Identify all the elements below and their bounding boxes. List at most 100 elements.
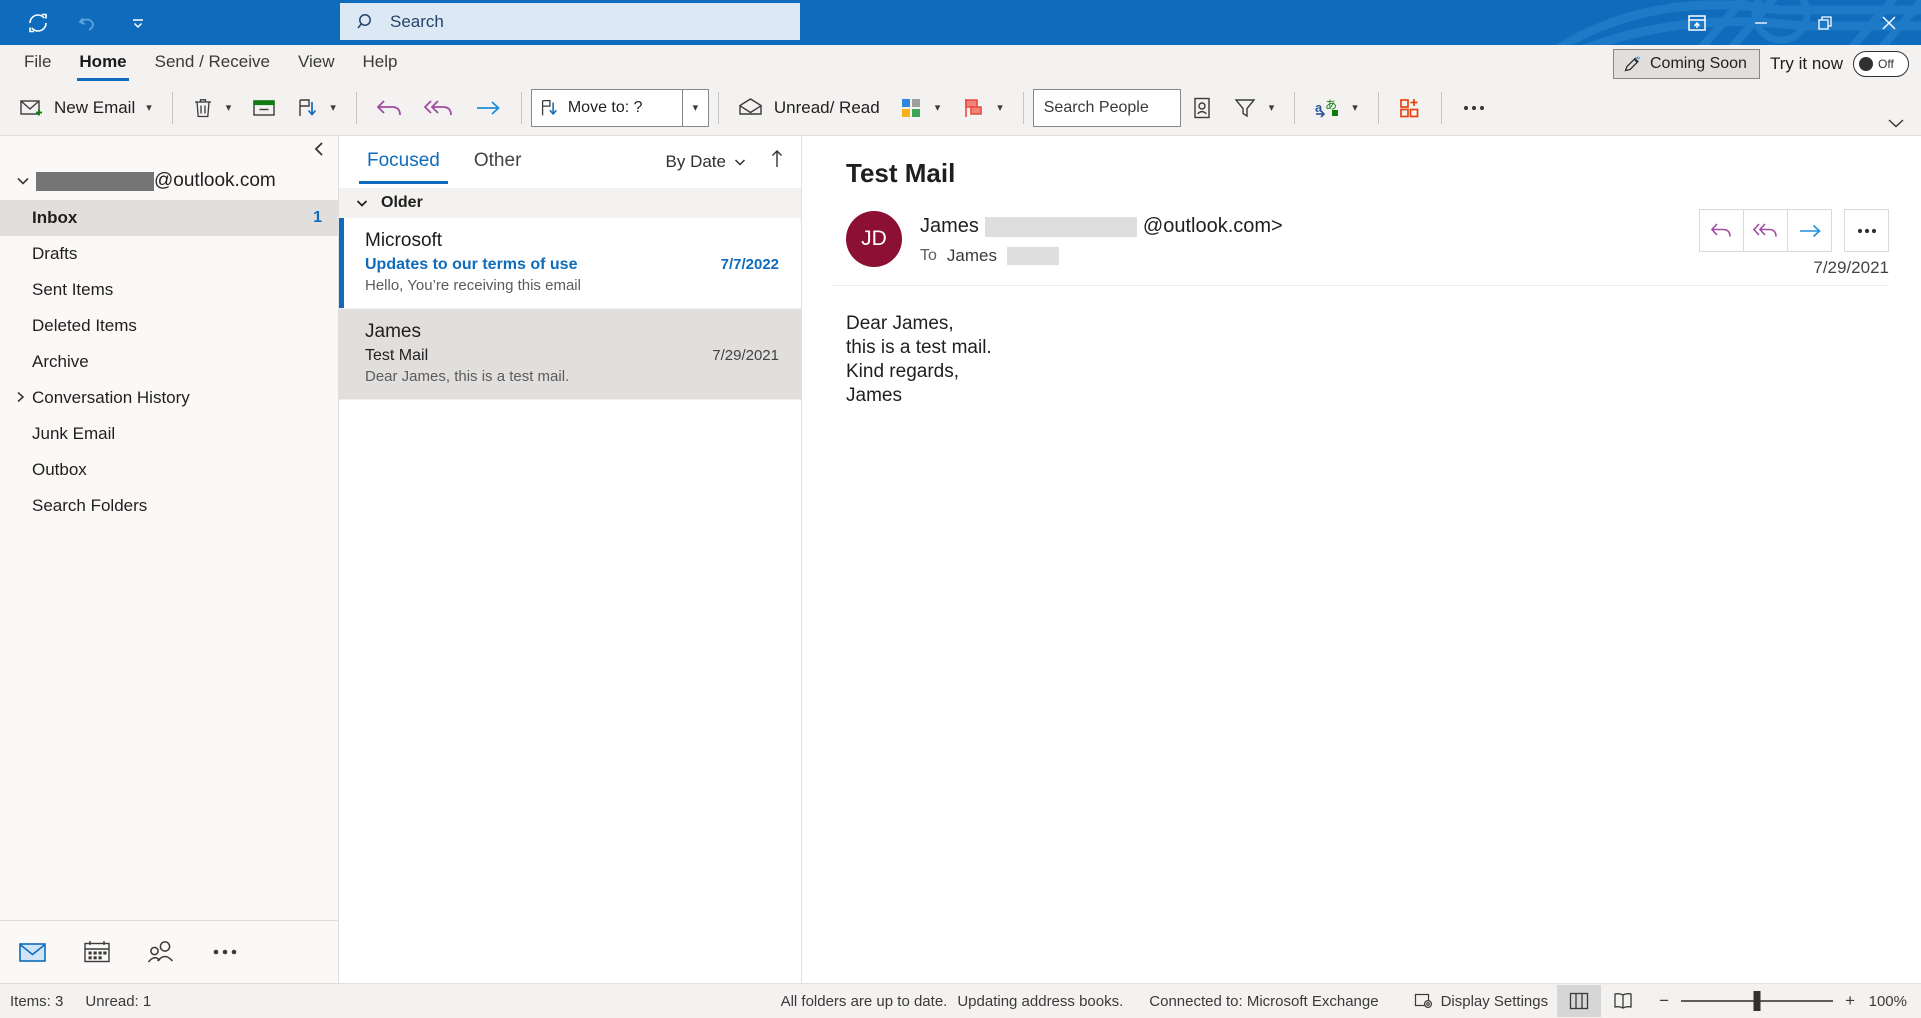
table-row[interactable]: Microsoft Updates to our terms of use 7/… [339, 218, 801, 309]
sidebar-item-sent-items[interactable]: Sent Items [0, 272, 338, 308]
trash-icon [194, 99, 211, 118]
sidebar-item-search-folders[interactable]: Search Folders [0, 488, 338, 524]
chevron-down-icon: ▾ [692, 101, 699, 114]
forward-button[interactable] [464, 86, 512, 130]
chevron-down-icon[interactable]: ▾ [1350, 102, 1360, 114]
message-subject: Updates to our terms of use [365, 256, 578, 273]
archive-button[interactable] [242, 86, 286, 130]
message-sender: James [365, 321, 421, 342]
account-name: @outlook.com [36, 170, 276, 192]
sidebar-item-outbox[interactable]: Outbox [0, 452, 338, 488]
chevron-right-icon[interactable] [14, 390, 27, 407]
send-receive-all-icon[interactable] [24, 9, 52, 37]
tab-focused[interactable]: Focused [359, 137, 448, 187]
delete-button[interactable]: ▾ [182, 86, 243, 130]
sender-name: James [920, 215, 979, 237]
tab-help[interactable]: Help [348, 47, 411, 81]
follow-up-button[interactable]: ▾ [951, 86, 1014, 130]
chevron-down-icon[interactable]: ▾ [328, 102, 338, 114]
coming-soon-button[interactable]: Coming Soon [1613, 49, 1760, 79]
sidebar-item-archive[interactable]: Archive [0, 344, 338, 380]
sort-direction-icon[interactable] [769, 148, 785, 176]
chevron-down-icon[interactable]: ▾ [933, 102, 943, 114]
move-to-dropdown[interactable]: ▾ [682, 89, 709, 127]
sidebar-item-deleted-items[interactable]: Deleted Items [0, 308, 338, 344]
message-group-header[interactable]: Older [339, 188, 801, 218]
nav-people-icon[interactable] [144, 935, 178, 969]
more-commands-button[interactable] [1451, 86, 1497, 130]
sidebar-item-conversation-history[interactable]: Conversation History [0, 380, 338, 416]
tab-send-receive[interactable]: Send / Receive [141, 47, 284, 81]
sender-domain: @outlook.com> [1142, 215, 1283, 237]
minimize-icon[interactable] [1729, 0, 1793, 45]
folder-label: Conversation History [32, 388, 190, 407]
flag-icon [965, 99, 983, 117]
filter-email-button[interactable]: ▾ [1223, 86, 1286, 130]
address-book-button[interactable] [1181, 86, 1223, 130]
body-line: James [846, 385, 902, 407]
move-to-button[interactable]: Move to: ? [530, 89, 683, 127]
categorize-button[interactable]: ▾ [889, 86, 952, 130]
divider [717, 92, 719, 124]
recipient-line: To James [920, 246, 1283, 266]
chevron-down-icon[interactable] [14, 172, 32, 190]
reply-all-button[interactable] [414, 86, 464, 130]
chevron-down-icon[interactable]: ▾ [144, 102, 154, 114]
reading-view-button[interactable] [1601, 985, 1645, 1017]
tab-view[interactable]: View [284, 47, 349, 81]
undo-icon[interactable] [74, 9, 102, 37]
close-icon[interactable] [1857, 0, 1921, 45]
sidebar-item-inbox[interactable]: Inbox 1 [0, 200, 338, 236]
status-right: Display Settings − + 100% [1405, 985, 1907, 1017]
account-row[interactable]: @outlook.com [0, 162, 338, 200]
avatar[interactable]: JD [846, 211, 902, 267]
reply-button[interactable] [1700, 210, 1744, 251]
message-list-pane: Focused Other By Date Older Microsoft Up… [339, 136, 802, 983]
translate-icon: a あ [1315, 98, 1339, 118]
chevron-down-icon[interactable]: ▾ [1267, 102, 1277, 114]
display-settings-icon [1414, 993, 1432, 1009]
zoom-out-button[interactable]: − [1659, 991, 1669, 1011]
recipient-name: James [946, 246, 997, 265]
unread-read-label: Unread/ Read [773, 98, 880, 117]
nav-more-icon[interactable] [208, 935, 242, 969]
items-count: Items: 3 [10, 992, 64, 1010]
forward-button[interactable] [1788, 210, 1831, 251]
zoom-slider[interactable] [1681, 991, 1834, 1011]
search-people-input[interactable]: Search People [1032, 89, 1181, 127]
zoom-slider-thumb[interactable] [1753, 991, 1761, 1011]
divider [1440, 92, 1442, 124]
sidebar-item-drafts[interactable]: Drafts [0, 236, 338, 272]
tab-other[interactable]: Other [466, 137, 530, 187]
window-controls [1665, 0, 1921, 45]
move-button[interactable]: ▾ [286, 86, 347, 130]
reply-all-button[interactable] [1744, 210, 1788, 251]
reply-actions-group [1699, 209, 1832, 252]
restore-icon[interactable] [1793, 0, 1857, 45]
reply-button[interactable] [366, 86, 414, 130]
customize-quick-access-toolbar-icon[interactable] [124, 9, 152, 37]
display-settings-button[interactable]: Display Settings [1405, 985, 1558, 1017]
tab-home[interactable]: Home [65, 47, 140, 81]
sort-by-button[interactable]: By Date [666, 152, 747, 172]
try-it-now-toggle[interactable]: Off [1853, 51, 1909, 77]
collapse-ribbon-icon[interactable] [1885, 116, 1907, 133]
translate-button[interactable]: a あ ▾ [1304, 86, 1369, 130]
get-addins-button[interactable] [1388, 86, 1432, 130]
chevron-down-icon [356, 200, 368, 207]
more-actions-button[interactable] [1845, 210, 1888, 251]
search-input[interactable]: Search [340, 3, 800, 40]
sidebar-item-junk-email[interactable]: Junk Email [0, 416, 338, 452]
table-row[interactable]: James Test Mail 7/29/2021 Dear James, th… [339, 309, 801, 400]
chevron-down-icon[interactable]: ▾ [224, 102, 234, 114]
nav-mail-icon[interactable] [16, 935, 50, 969]
normal-view-button[interactable] [1557, 985, 1602, 1017]
new-email-button[interactable]: New Email ▾ [10, 86, 163, 130]
nav-calendar-icon[interactable] [80, 935, 114, 969]
collapse-folder-pane-icon[interactable] [0, 136, 338, 162]
chevron-down-icon[interactable]: ▾ [995, 102, 1005, 114]
zoom-in-button[interactable]: + [1845, 991, 1855, 1011]
unread-read-button[interactable]: Unread/ Read [728, 86, 889, 130]
ribbon-display-options-icon[interactable] [1665, 0, 1729, 45]
tab-file[interactable]: File [10, 47, 65, 81]
